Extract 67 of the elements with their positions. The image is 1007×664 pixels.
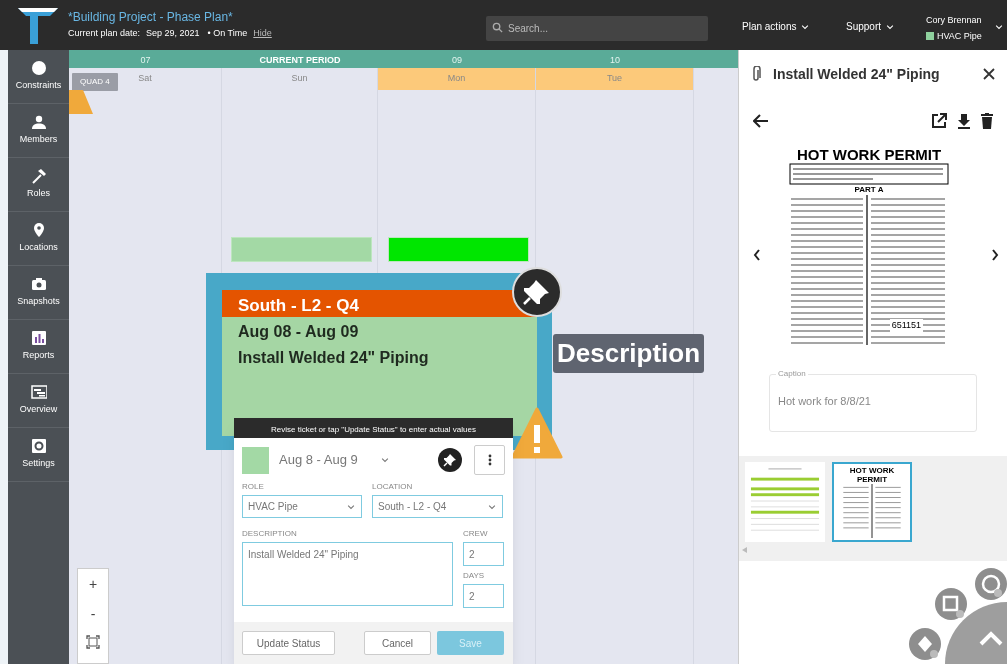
chevron-right-icon[interactable] <box>991 249 999 261</box>
open-external-icon[interactable] <box>931 113 947 129</box>
location-select[interactable]: South - L2 - Q4 <box>372 495 503 518</box>
search-field[interactable]: Search... <box>486 16 708 41</box>
hide-link[interactable]: Hide <box>253 26 272 41</box>
menu-button[interactable]: Support <box>846 19 896 34</box>
period-label: CURRENT PERIOD <box>259 54 341 67</box>
user-name: Cory Brennan <box>926 14 982 27</box>
fit-to-screen-icon[interactable] <box>86 635 100 649</box>
day-label: Sun <box>291 73 308 85</box>
panel-title: Install Welded 24" Piping <box>773 64 940 84</box>
ticket-dates: Aug 08 - Aug 09 <box>237 322 360 342</box>
pin-icon[interactable] <box>438 448 462 472</box>
user-role: HVAC Pipe <box>937 29 982 43</box>
editor-banner: Revise ticket or tap "Update Status" to enter actual values <box>234 418 513 438</box>
quad-badge: QUAD 4 <box>72 73 118 91</box>
action-button[interactable]: Cancel <box>364 631 431 655</box>
document-title: HOT WORK PERMIT <box>796 146 942 163</box>
chevron-down-icon[interactable] <box>994 22 1004 32</box>
attachment-thumbnail[interactable]: HOT WORK PERMIT <box>832 462 912 542</box>
field-label: LOCATION <box>372 481 414 493</box>
plan-date: Sep 29, 2021 <box>146 26 200 40</box>
menu-button[interactable]: Plan actions <box>742 19 811 34</box>
period-label: 10 <box>610 54 620 67</box>
overview-icon <box>30 384 47 401</box>
project-title: *Building Project - Phase Plan* <box>68 9 234 25</box>
camera-icon <box>30 276 47 293</box>
ticket-description: Install Welded 24" Piping <box>237 348 430 368</box>
trash-icon[interactable] <box>981 113 993 129</box>
field-label: CREW <box>463 528 489 540</box>
role-select[interactable]: HVAC Pipe <box>242 495 362 518</box>
period-label: 07 <box>140 54 151 67</box>
day-label: Sat <box>138 73 152 85</box>
crew-field[interactable]: 2 <box>463 542 504 566</box>
day-label: Tue <box>606 73 623 85</box>
period-label: 09 <box>452 54 462 67</box>
date-range-dropdown[interactable]: Aug 8 - Aug 9 <box>279 450 390 470</box>
more-vertical-icon <box>487 454 492 466</box>
document-section: PART A <box>854 185 884 195</box>
day-label: Mon <box>447 73 466 85</box>
overlay-label: Description <box>553 334 705 373</box>
document-number: 651151 <box>889 319 923 333</box>
field-label: ROLE <box>242 481 265 493</box>
corner-flag-icon <box>69 90 93 114</box>
days-field[interactable]: 2 <box>463 584 504 608</box>
chevron-down-icon <box>379 455 390 465</box>
chevron-left-icon[interactable] <box>753 249 761 261</box>
back-arrow-icon[interactable] <box>753 114 769 128</box>
plan-date-label: Current plan date: <box>68 26 141 40</box>
circle-icon <box>30 60 47 77</box>
field-label: DAYS <box>463 570 486 582</box>
hammer-icon <box>30 168 47 185</box>
search-icon <box>492 22 503 33</box>
zoom-button[interactable]: - <box>78 599 108 629</box>
logo-icon <box>16 6 60 46</box>
field-label: DESCRIPTION <box>242 528 298 540</box>
paperclip-icon <box>751 66 761 82</box>
close-icon[interactable] <box>983 68 995 80</box>
ticket-color-swatch[interactable] <box>242 446 269 474</box>
action-button[interactable]: Update Status <box>242 631 335 655</box>
download-icon[interactable] <box>957 113 971 129</box>
description-field[interactable]: Install Welded 24" Piping <box>242 542 453 606</box>
zoom-button[interactable]: + <box>78 569 108 599</box>
bar-chart-icon <box>30 330 47 347</box>
gear-icon <box>30 438 47 455</box>
person-icon <box>30 114 47 131</box>
schedule-status: • On Time <box>207 26 248 40</box>
